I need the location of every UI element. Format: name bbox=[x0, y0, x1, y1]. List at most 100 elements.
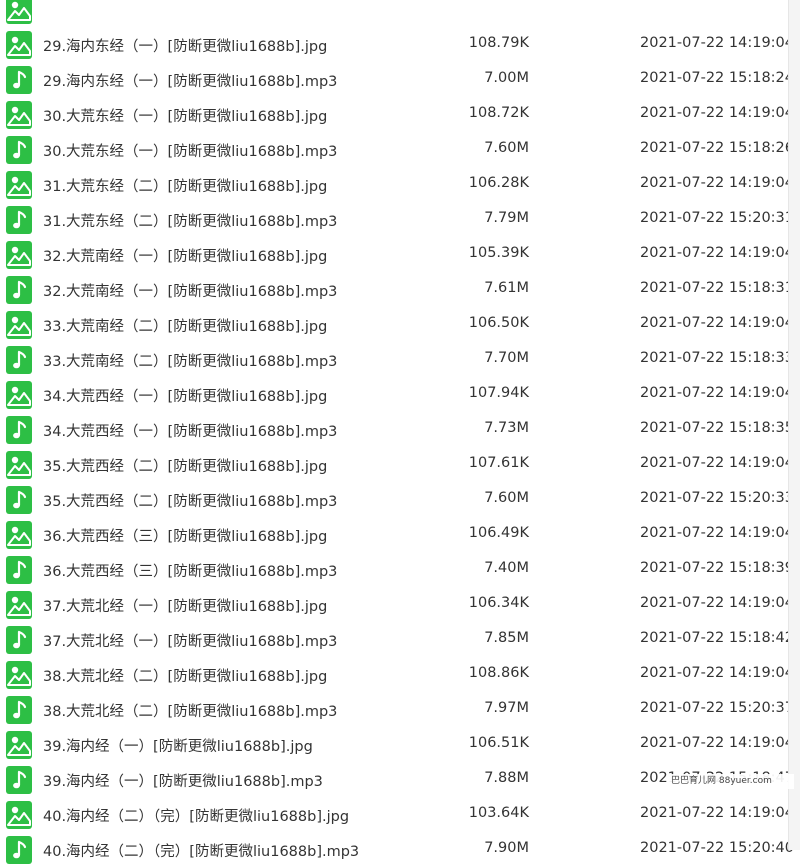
file-date: 2021-07-22 14:19:04 bbox=[640, 805, 794, 821]
file-name: 35.大荒西经（二）[防断更微liu1688b].jpg bbox=[43, 459, 328, 475]
file-name: 31.大荒东经（二）[防断更微liu1688b].jpg bbox=[43, 179, 328, 195]
file-date: 2021-07-22 15:18:31 bbox=[640, 280, 794, 296]
music-icon bbox=[6, 766, 32, 794]
file-row[interactable]: 36.大荒西经（三）[防断更微liu1688b].mp3 7.40M 2021-07… bbox=[0, 552, 794, 587]
file-size: 106.49K bbox=[468, 525, 529, 541]
file-date: 2021-07-22 14:19:04 bbox=[640, 595, 794, 611]
file-list: 29.海内东经（一）[防断更微liu1688b].jpg 108.79K 2021-… bbox=[0, 0, 794, 867]
file-name: 37.大荒北经（一）[防断更微liu1688b].jpg bbox=[43, 599, 328, 615]
file-size: 7.85M bbox=[484, 630, 529, 646]
music-icon bbox=[6, 136, 32, 164]
music-icon bbox=[6, 206, 32, 234]
image-icon bbox=[6, 521, 32, 549]
file-row[interactable]: 30.大荒东经（一）[防断更微liu1688b].jpg 108.72K 2021-… bbox=[0, 97, 794, 132]
file-size: 107.61K bbox=[468, 455, 529, 471]
file-row[interactable]: 35.大荒西经（二）[防断更微liu1688b].mp3 7.60M 2021-07… bbox=[0, 482, 794, 517]
watermark: 巴巴育儿网 88yuer.com bbox=[669, 774, 794, 789]
file-date: 2021-07-22 14:19:04 bbox=[640, 245, 794, 261]
music-icon bbox=[6, 416, 32, 444]
file-name: 34.大荒西经（一）[防断更微liu1688b].mp3 bbox=[43, 424, 338, 440]
file-row[interactable]: 38.大荒北经（二）[防断更微liu1688b].jpg 108.86K 2021-… bbox=[0, 657, 794, 692]
file-row[interactable]: 40.海内经（二）（完）[防断更微liu1688b].jpg 103.64K 202… bbox=[0, 797, 794, 832]
file-row[interactable]: 37.大荒北经（一）[防断更微liu1688b].mp3 7.85M 2021-07… bbox=[0, 622, 794, 657]
file-row[interactable]: 39.海内经（一）[防断更微liu1688b].jpg 106.51K 2021-0… bbox=[0, 727, 794, 762]
file-date: 2021-07-22 14:19:04 bbox=[640, 525, 794, 541]
image-icon bbox=[6, 591, 32, 619]
file-name: 32.大荒南经（一）[防断更微liu1688b].jpg bbox=[43, 249, 328, 265]
file-date: 2021-07-22 15:18:35 bbox=[640, 420, 794, 436]
file-date: 2021-07-22 14:19:04 bbox=[640, 385, 794, 401]
file-row[interactable]: 34.大荒西经（一）[防断更微liu1688b].jpg 107.94K 2021-… bbox=[0, 377, 794, 412]
file-date: 2021-07-22 15:18:42 bbox=[640, 630, 794, 646]
file-date: 2021-07-22 15:18:26 bbox=[640, 140, 794, 156]
file-row[interactable]: 32.大荒南经（一）[防断更微liu1688b].mp3 7.61M 2021-07… bbox=[0, 272, 794, 307]
file-name: 32.大荒南经（一）[防断更微liu1688b].mp3 bbox=[43, 284, 338, 300]
file-name: 30.大荒东经（一）[防断更微liu1688b].mp3 bbox=[43, 144, 338, 160]
image-icon bbox=[6, 661, 32, 689]
file-date: 2021-07-22 14:19:04 bbox=[640, 455, 794, 471]
file-row[interactable]: 36.大荒西经（三）[防断更微liu1688b].jpg 106.49K 2021-… bbox=[0, 517, 794, 552]
file-row[interactable]: 29.海内东经（一）[防断更微liu1688b].mp3 7.00M 2021-07… bbox=[0, 62, 794, 97]
file-date: 2021-07-22 14:19:04 bbox=[640, 735, 794, 751]
file-date: 2021-07-22 15:18:39 bbox=[640, 560, 794, 576]
image-icon bbox=[6, 101, 32, 129]
file-row[interactable]: 32.大荒南经（一）[防断更微liu1688b].jpg 105.39K 2021-… bbox=[0, 237, 794, 272]
file-size: 108.79K bbox=[468, 35, 529, 51]
music-icon bbox=[6, 346, 32, 374]
file-row[interactable] bbox=[0, 0, 789, 27]
file-date: 2021-07-22 14:19:04 bbox=[640, 665, 794, 681]
file-size: 7.70M bbox=[484, 350, 529, 366]
file-size: 7.79M bbox=[484, 210, 529, 226]
music-icon bbox=[6, 276, 32, 304]
file-date: 2021-07-22 14:19:04 bbox=[640, 105, 794, 121]
file-size: 107.94K bbox=[468, 385, 529, 401]
file-name: 38.大荒北经（二）[防断更微liu1688b].mp3 bbox=[43, 704, 338, 720]
music-icon bbox=[6, 626, 32, 654]
file-date: 2021-07-22 14:19:04 bbox=[640, 315, 794, 331]
file-date: 2021-07-22 15:18:33 bbox=[640, 350, 794, 366]
file-name: 38.大荒北经（二）[防断更微liu1688b].jpg bbox=[43, 669, 328, 685]
image-icon bbox=[6, 451, 32, 479]
file-size: 106.50K bbox=[468, 315, 529, 331]
file-row[interactable]: 33.大荒南经（二）[防断更微liu1688b].jpg 106.50K 2021-… bbox=[0, 307, 794, 342]
file-name: 40.海内经（二）（完）[防断更微liu1688b].mp3 bbox=[43, 844, 360, 860]
file-size: 108.72K bbox=[468, 105, 529, 121]
file-row[interactable]: 31.大荒东经（二）[防断更微liu1688b].jpg 106.28K 2021-… bbox=[0, 167, 794, 202]
file-size: 106.51K bbox=[468, 735, 529, 751]
file-row[interactable]: 30.大荒东经（一）[防断更微liu1688b].mp3 7.60M 2021-07… bbox=[0, 132, 794, 167]
image-icon bbox=[6, 171, 32, 199]
file-name: 29.海内东经（一）[防断更微liu1688b].jpg bbox=[43, 39, 328, 55]
vertical-scrollbar[interactable] bbox=[788, 0, 800, 850]
file-row[interactable]: 34.大荒西经（一）[防断更微liu1688b].mp3 7.73M 2021-07… bbox=[0, 412, 794, 447]
file-name: 37.大荒北经（一）[防断更微liu1688b].mp3 bbox=[43, 634, 338, 650]
file-size: 7.60M bbox=[484, 490, 529, 506]
music-icon bbox=[6, 486, 32, 514]
file-size: 7.00M bbox=[484, 70, 529, 86]
file-size: 105.39K bbox=[468, 245, 529, 261]
image-icon bbox=[6, 31, 32, 59]
file-name: 36.大荒西经（三）[防断更微liu1688b].jpg bbox=[43, 529, 328, 545]
file-row[interactable]: 38.大荒北经（二）[防断更微liu1688b].mp3 7.97M 2021-07… bbox=[0, 692, 794, 727]
file-date: 2021-07-22 15:20:37 bbox=[640, 700, 794, 716]
file-name: 40.海内经（二）（完）[防断更微liu1688b].jpg bbox=[43, 809, 350, 825]
file-row[interactable]: 35.大荒西经（二）[防断更微liu1688b].jpg 107.61K 2021-… bbox=[0, 447, 794, 482]
image-icon bbox=[6, 731, 32, 759]
file-name: 39.海内经（一）[防断更微liu1688b].jpg bbox=[43, 739, 313, 755]
file-name: 30.大荒东经（一）[防断更微liu1688b].jpg bbox=[43, 109, 328, 125]
file-row[interactable]: 33.大荒南经（二）[防断更微liu1688b].mp3 7.70M 2021-07… bbox=[0, 342, 794, 377]
file-size: 7.97M bbox=[484, 700, 529, 716]
file-date: 2021-07-22 15:20:31 bbox=[640, 210, 794, 226]
image-icon bbox=[6, 0, 32, 24]
file-date: 2021-07-22 15:20:40 bbox=[640, 840, 794, 856]
file-name: 33.大荒南经（二）[防断更微liu1688b].jpg bbox=[43, 319, 328, 335]
file-name: 31.大荒东经（二）[防断更微liu1688b].mp3 bbox=[43, 214, 338, 230]
file-size: 7.90M bbox=[484, 840, 529, 856]
file-name: 29.海内东经（一）[防断更微liu1688b].mp3 bbox=[43, 74, 338, 90]
file-row[interactable]: 29.海内东经（一）[防断更微liu1688b].jpg 108.79K 2021-… bbox=[0, 27, 794, 62]
file-size: 108.86K bbox=[468, 665, 529, 681]
file-row[interactable]: 31.大荒东经（二）[防断更微liu1688b].mp3 7.79M 2021-07… bbox=[0, 202, 794, 237]
file-size: 7.60M bbox=[484, 140, 529, 156]
file-row[interactable]: 37.大荒北经（一）[防断更微liu1688b].jpg 106.34K 2021-… bbox=[0, 587, 794, 622]
file-date: 2021-07-22 14:19:04 bbox=[640, 175, 794, 191]
music-icon bbox=[6, 556, 32, 584]
